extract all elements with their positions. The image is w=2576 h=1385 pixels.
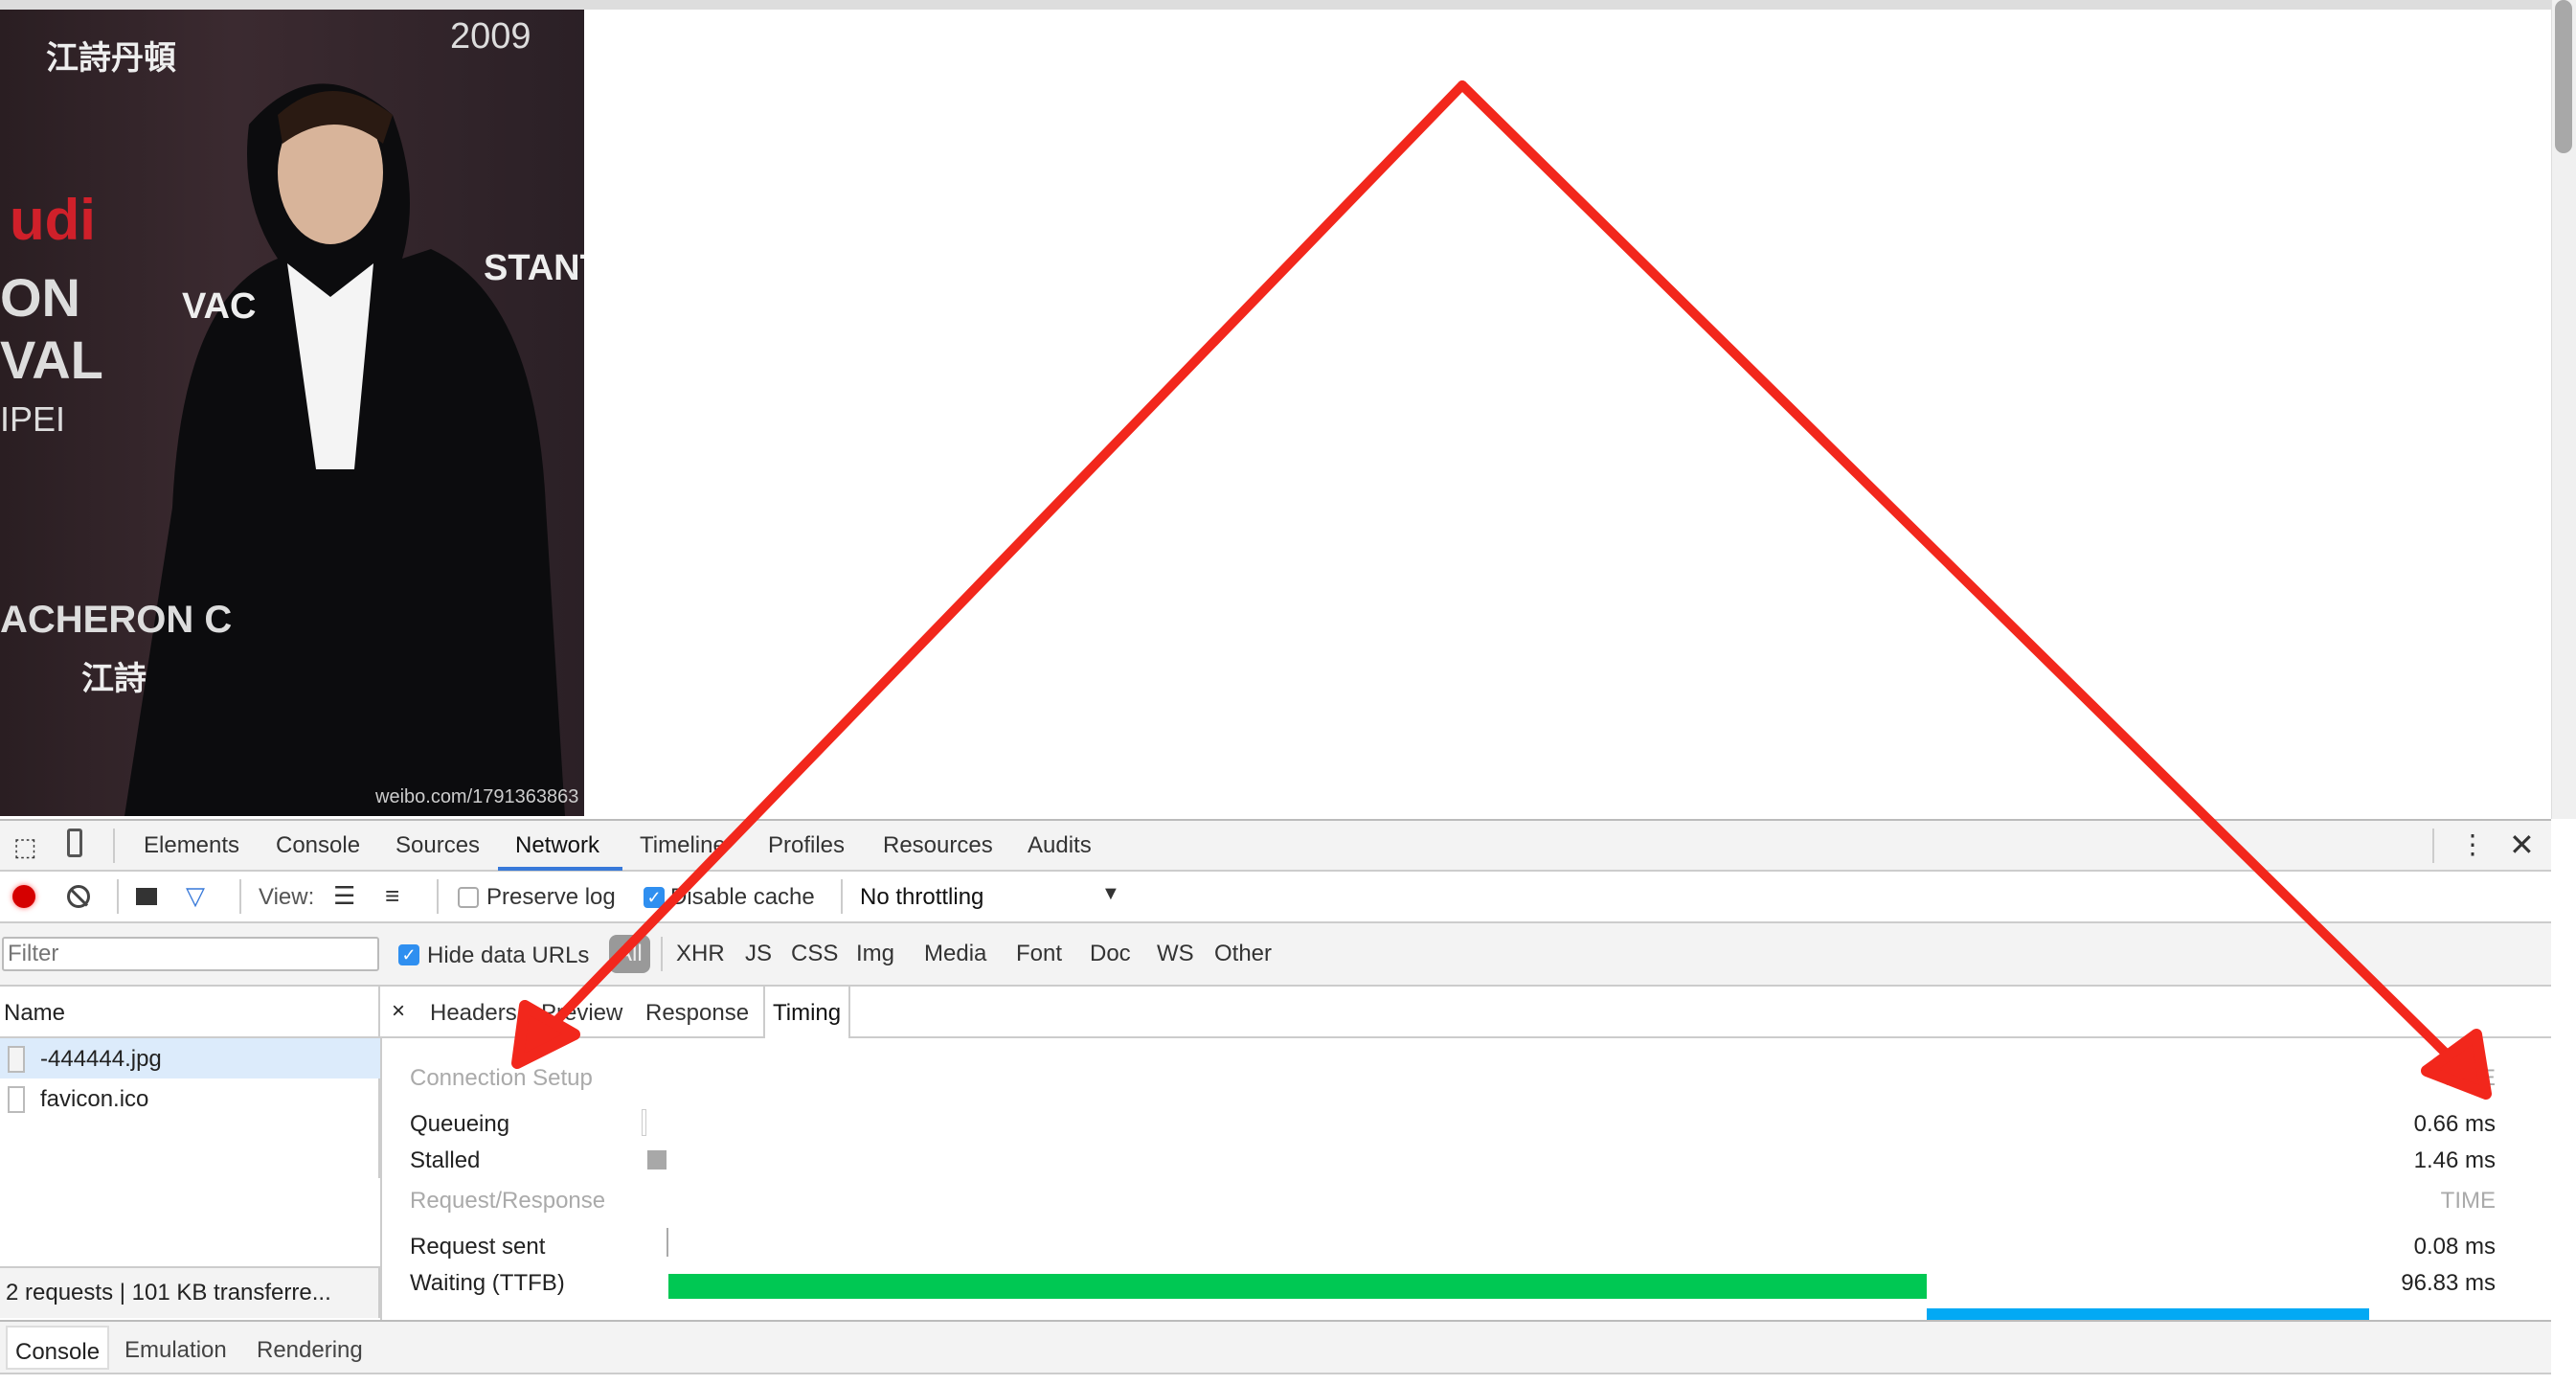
annotation-arrows: [511, 80, 2492, 1100]
right-arrow-line: [1457, 80, 2485, 1092]
left-arrow-line: [520, 80, 1467, 1058]
